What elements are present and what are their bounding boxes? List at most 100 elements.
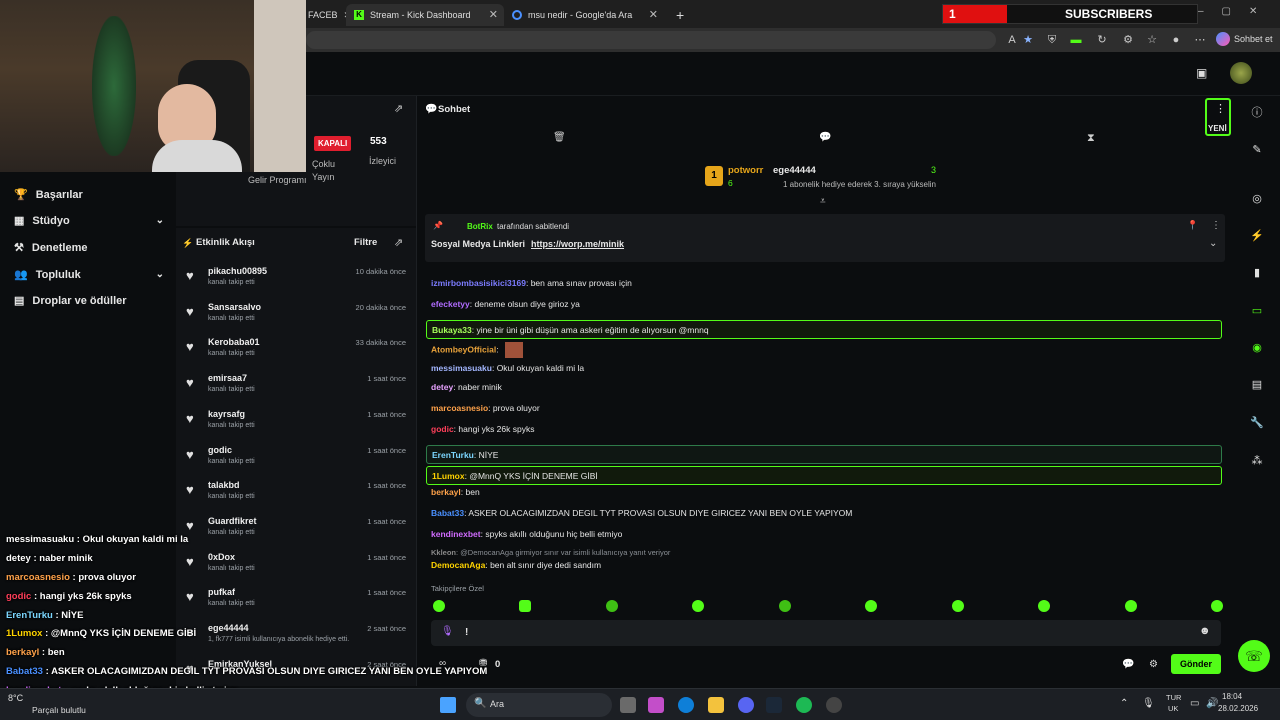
sidebar-item-moderation[interactable]: ⚒ Denetleme	[14, 241, 164, 255]
chat-username[interactable]: 1Lumox	[432, 471, 465, 481]
chat-username[interactable]: Kkleon	[431, 548, 456, 557]
popout-icon[interactable]: ⇗	[394, 102, 403, 115]
tab-google-search[interactable]: msu nedir - Google'da Ara ✕	[504, 4, 664, 26]
chat-username[interactable]: izmirbomba­sisikici3169	[431, 278, 526, 288]
url-field[interactable]	[306, 31, 996, 49]
emote-icon[interactable]	[519, 600, 532, 612]
monitor-icon[interactable]: ▭	[1190, 698, 1199, 709]
edit-icon[interactable]: ✎	[1248, 141, 1266, 159]
activity-username[interactable]: pikachu00895	[208, 266, 267, 276]
collapse-icon[interactable]: ⩡	[820, 196, 826, 207]
hourglass-icon[interactable]: ⧗	[1087, 132, 1095, 145]
read-aloud-icon[interactable]: A	[1004, 32, 1020, 48]
chat-settings-icon[interactable]: 💬	[1122, 659, 1134, 670]
chevron-down-icon[interactable]: ⌄	[1209, 238, 1217, 249]
emote-icon[interactable]	[778, 600, 791, 612]
chat-icon[interactable]: ▭	[1248, 302, 1266, 320]
tab-facebook[interactable]: FACEB✕	[300, 4, 351, 26]
emote-icon[interactable]	[433, 600, 445, 612]
extension-green-icon[interactable]: ▬	[1068, 32, 1084, 48]
activity-username[interactable]: ege44444	[208, 623, 249, 633]
sidebar-item-studio[interactable]: ▦ Stüdyo ⌄	[14, 214, 164, 228]
chat-username[interactable]: detey	[431, 382, 453, 392]
emote-icon[interactable]	[1038, 600, 1051, 612]
chat-username[interactable]: AtombeyOfficial	[431, 344, 496, 354]
chat-username[interactable]: DemocanAga	[431, 560, 485, 570]
emote-icon[interactable]	[865, 600, 878, 612]
activity-username[interactable]: talakbd	[208, 480, 240, 490]
chat-username[interactable]: ErenTurku	[432, 450, 474, 460]
info-icon[interactable]: ⓘ	[1248, 104, 1266, 122]
copilot-app-icon[interactable]	[648, 697, 664, 713]
chat-username[interactable]: berkayl	[431, 487, 461, 497]
activity-username[interactable]: kayrsafg	[208, 409, 245, 419]
gear-extension-icon[interactable]: ⚙	[1120, 32, 1136, 48]
avatar[interactable]	[1230, 62, 1252, 84]
windows-start-icon[interactable]	[440, 697, 456, 713]
chat-input[interactable]: 🎙 ! ☻	[431, 620, 1221, 646]
popout-icon[interactable]: ⇗	[394, 236, 403, 249]
language-label[interactable]: TUR	[1166, 693, 1181, 702]
server-icon[interactable]: ▤	[1248, 376, 1266, 394]
chat-username[interactable]: marcoasnesio	[431, 403, 488, 413]
emote-icon[interactable]	[692, 600, 705, 612]
close-icon[interactable]: ✕	[489, 8, 498, 21]
camera-icon[interactable]: ◎	[1248, 190, 1266, 208]
activity-username[interactable]: Guardfikret	[208, 516, 257, 526]
edge-icon[interactable]	[678, 697, 694, 713]
chevron-up-icon[interactable]: ⌃	[1120, 698, 1128, 709]
window-controls[interactable]: –▢✕	[1198, 6, 1275, 17]
refresh-extension-icon[interactable]: ↻	[1094, 32, 1110, 48]
mic-tray-icon[interactable]: 🎙	[1142, 698, 1155, 709]
filter-button[interactable]: Filtre	[354, 237, 377, 248]
activity-username[interactable]: pufkaf	[208, 587, 235, 597]
emoji-icon[interactable]: ☻	[1199, 625, 1211, 637]
bolt-icon[interactable]: ⚡	[1248, 227, 1266, 245]
region-label[interactable]: UK	[1168, 704, 1178, 713]
favorites-icon[interactable]: ☆	[1144, 32, 1160, 48]
steam-icon[interactable]	[766, 697, 782, 713]
emote-icon[interactable]	[951, 600, 964, 612]
trash-icon[interactable]: 🗑	[553, 132, 566, 143]
kebab-icon[interactable]: ⋮	[1211, 220, 1221, 231]
emote-icon[interactable]	[1210, 600, 1223, 612]
support-chat-icon[interactable]: ☏	[1238, 640, 1270, 672]
taskbar-search[interactable]: 🔍 Ara	[466, 693, 612, 717]
wrench-icon[interactable]: 🔧	[1248, 414, 1266, 432]
chat-username[interactable]: Babat33	[431, 508, 464, 518]
send-button[interactable]: Gönder	[1171, 654, 1221, 674]
sidebar-item-community[interactable]: 👥 Topluluk ⌄	[14, 268, 164, 282]
chat-username[interactable]: messimasuaku	[431, 363, 492, 373]
activity-username[interactable]: 0xDox	[208, 552, 235, 562]
nodes-icon[interactable]: ⁂	[1248, 452, 1266, 470]
activity-username[interactable]: emirsaa7	[208, 373, 247, 383]
clock-date[interactable]: 28.02.2026	[1218, 704, 1258, 713]
chat-username[interactable]: godic	[431, 424, 454, 434]
gear-icon[interactable]: ⚙	[1149, 659, 1158, 670]
spotify-icon[interactable]	[796, 697, 812, 713]
clock-time[interactable]: 18:04	[1222, 692, 1242, 701]
file-explorer-icon[interactable]	[708, 697, 724, 713]
new-tab-button[interactable]: +	[668, 4, 692, 26]
layout-icon[interactable]: ▣	[1196, 66, 1207, 80]
profile-icon[interactable]: ●	[1168, 32, 1184, 48]
chat-username[interactable]: Bukaya33	[432, 325, 472, 335]
copilot-chat-button[interactable]: Sohbet et	[1216, 32, 1273, 46]
chat-username[interactable]: kendinexbet	[431, 529, 481, 539]
pinned-link[interactable]: https://worp.me/minik	[531, 239, 624, 249]
task-view-icon[interactable]	[620, 697, 636, 713]
unpin-icon[interactable]: 📍	[1187, 220, 1198, 231]
comment-icon[interactable]: 💬	[819, 132, 831, 143]
new-messages-button[interactable]: ⋮ YENİ	[1205, 98, 1231, 136]
mic-icon[interactable]: 🎙	[441, 626, 454, 637]
extension-icon[interactable]: ⛨	[1044, 32, 1060, 48]
close-icon[interactable]: ✕	[649, 8, 658, 21]
activity-username[interactable]: Sansarsalvo	[208, 302, 261, 312]
sidebar-item-achievements[interactable]: 🏆 Başarılar	[14, 188, 164, 202]
discord-icon[interactable]	[738, 697, 754, 713]
broadcast-icon[interactable]: ◉	[1248, 339, 1266, 357]
emote-icon[interactable]	[605, 600, 618, 612]
chat-username[interactable]: efecketyy	[431, 299, 470, 309]
speaker-icon[interactable]: 🔊	[1206, 698, 1218, 709]
favorite-star-icon[interactable]: ★	[1020, 32, 1036, 48]
